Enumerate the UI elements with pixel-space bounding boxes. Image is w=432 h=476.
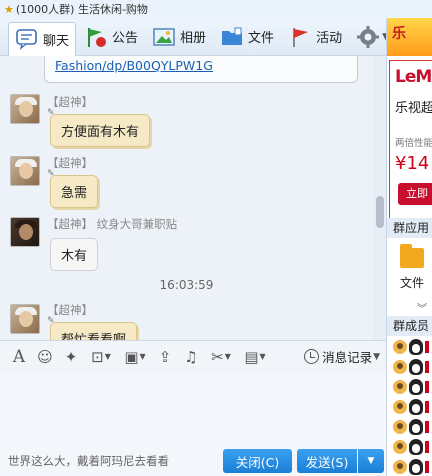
app-file[interactable]: 文件 — [397, 244, 427, 291]
chevron-down-icon[interactable]: ︾ — [417, 300, 427, 315]
ad-subline: 两倍性能 — [395, 138, 432, 149]
emoji-icon[interactable]: ☺ — [34, 346, 56, 368]
chat-scrollbar[interactable] — [373, 56, 386, 340]
app-file-label: 文件 — [399, 276, 424, 290]
tab-chat[interactable]: 聊天 — [8, 21, 77, 56]
message-bubble: 急需 — [50, 175, 99, 208]
tab-album-label: 相册 — [180, 31, 207, 46]
tab-files-label: 文件 — [248, 31, 275, 46]
ad-banner-top[interactable]: 乐 — [387, 18, 432, 56]
tab-activity-label: 活动 — [316, 31, 343, 46]
avatar[interactable] — [10, 217, 40, 247]
ad-price: ¥14 — [395, 153, 430, 174]
member-icon — [393, 420, 407, 434]
group-apps-header: 群应用 — [387, 218, 432, 238]
message-bubble: 方便面有木有 — [50, 114, 151, 147]
member-icon — [393, 380, 407, 394]
member-row[interactable] — [393, 378, 432, 396]
title-bar: ★ (1000人群) 生活休闲-购物 — [0, 0, 432, 18]
member-row[interactable] — [393, 418, 432, 436]
penguin-icon — [409, 439, 423, 455]
avatar[interactable] — [10, 94, 40, 124]
member-flag-icon — [425, 421, 429, 433]
send-options-button[interactable]: ▼ — [358, 449, 384, 473]
member-icon — [393, 360, 407, 374]
member-row[interactable] — [393, 358, 432, 376]
avatar[interactable] — [10, 304, 40, 334]
announcement-flag-icon — [84, 26, 108, 48]
ad-brand: LeM — [395, 67, 432, 87]
message-bubble: 木有 — [50, 238, 99, 271]
gear-icon — [356, 25, 380, 48]
member-flag-icon — [425, 401, 429, 413]
chat-bubble-icon — [15, 28, 39, 50]
window-title: (1000人群) 生活休闲-购物 — [15, 3, 148, 16]
tab-album[interactable]: 相册 — [146, 22, 212, 52]
chevron-down-icon: ▼ — [373, 351, 380, 362]
ad-headline: 乐视超 — [395, 101, 432, 116]
star-icon: ★ — [4, 2, 14, 16]
font-icon[interactable]: A — [8, 346, 30, 368]
history-label: 消息记录 — [322, 350, 373, 365]
ad-buy-button[interactable]: 立即 — [398, 183, 432, 205]
screenshot-icon[interactable]: ⊡ ▼ — [86, 346, 116, 368]
penguin-icon — [409, 359, 423, 375]
message-link[interactable]: Fashion/dp/B00QYLPW1G — [55, 58, 213, 73]
photo-album-icon — [152, 26, 176, 48]
signature-text: 世界这么大，戴着阿玛尼去看看 — [8, 454, 169, 468]
scrollbar-thumb[interactable] — [376, 196, 384, 228]
tab-files[interactable]: 文件 — [214, 22, 280, 52]
member-icon — [393, 440, 407, 454]
member-flag-icon — [425, 341, 429, 353]
message-bubble-link: Fashion/dp/B00QYLPW1G — [44, 56, 358, 83]
message-timestamp: 16:03:59 — [159, 278, 214, 292]
tab-chat-label: 聊天 — [43, 33, 70, 49]
member-row[interactable] — [393, 398, 432, 416]
member-flag-icon — [425, 441, 429, 453]
avatar[interactable] — [10, 156, 40, 186]
folder-icon — [220, 26, 244, 48]
member-flag-icon — [425, 461, 429, 473]
magic-wand-icon[interactable]: ✦ — [60, 346, 82, 368]
member-flag-icon — [425, 361, 429, 373]
input-toolbar: A ☺ ✦ ⊡ ▼ ▣ ▼ ⇪ ♫ ✂ ▼ ▤ ▼ 消息记录 ▼ — [0, 340, 386, 372]
penguin-icon — [409, 379, 423, 395]
member-flag-icon — [425, 381, 429, 393]
message-history-button[interactable]: 消息记录 ▼ — [304, 347, 380, 366]
penguin-icon — [409, 419, 423, 435]
upload-icon[interactable]: ⇪ — [154, 346, 176, 368]
activity-flag-icon — [288, 26, 312, 48]
tab-activity[interactable]: 活动 — [282, 22, 348, 52]
member-row[interactable] — [393, 338, 432, 356]
member-row[interactable] — [393, 458, 432, 476]
chat-history: Fashion/dp/B00QYLPW1G 【超神】 ✎ 方便面有木有 【超神】… — [0, 56, 386, 340]
send-button[interactable]: 发送(S) — [297, 449, 357, 473]
scissors-icon[interactable]: ✂ ▼ — [206, 346, 236, 368]
sender-name: 【超神】 纹身大哥兼职贴 — [47, 217, 178, 231]
tab-announcement[interactable]: 公告 — [78, 22, 144, 52]
penguin-icon — [409, 339, 423, 355]
close-button[interactable]: 关闭(C) — [223, 449, 292, 473]
tab-announcement-label: 公告 — [112, 31, 139, 46]
ad-panel[interactable]: LeM 乐视超 两倍性能 ¥14 立即 — [389, 60, 432, 232]
tab-bar: 聊天 公告 相册 文件 活动 ▼ — [0, 18, 389, 56]
member-row[interactable] — [393, 438, 432, 456]
member-icon — [393, 400, 407, 414]
remote-icon[interactable]: ▤ ▼ — [240, 346, 270, 368]
penguin-icon — [409, 399, 423, 415]
ad-logo-icon: 乐 — [392, 26, 406, 42]
penguin-icon — [409, 459, 423, 475]
message-bubble: 帮忙看看啊 — [50, 322, 138, 340]
folder-icon — [400, 244, 424, 268]
member-icon — [393, 460, 407, 474]
right-sidebar: 乐 LeM 乐视超 两倍性能 ¥14 立即 群应用 文件 ︾ 群成员 — [386, 18, 432, 476]
image-icon[interactable]: ▣ ▼ — [120, 346, 150, 368]
music-icon[interactable]: ♫ — [180, 346, 202, 368]
message-input[interactable] — [0, 372, 386, 448]
clock-icon — [304, 349, 320, 364]
member-icon — [393, 340, 407, 354]
group-members-header: 群成员 — [387, 316, 432, 336]
